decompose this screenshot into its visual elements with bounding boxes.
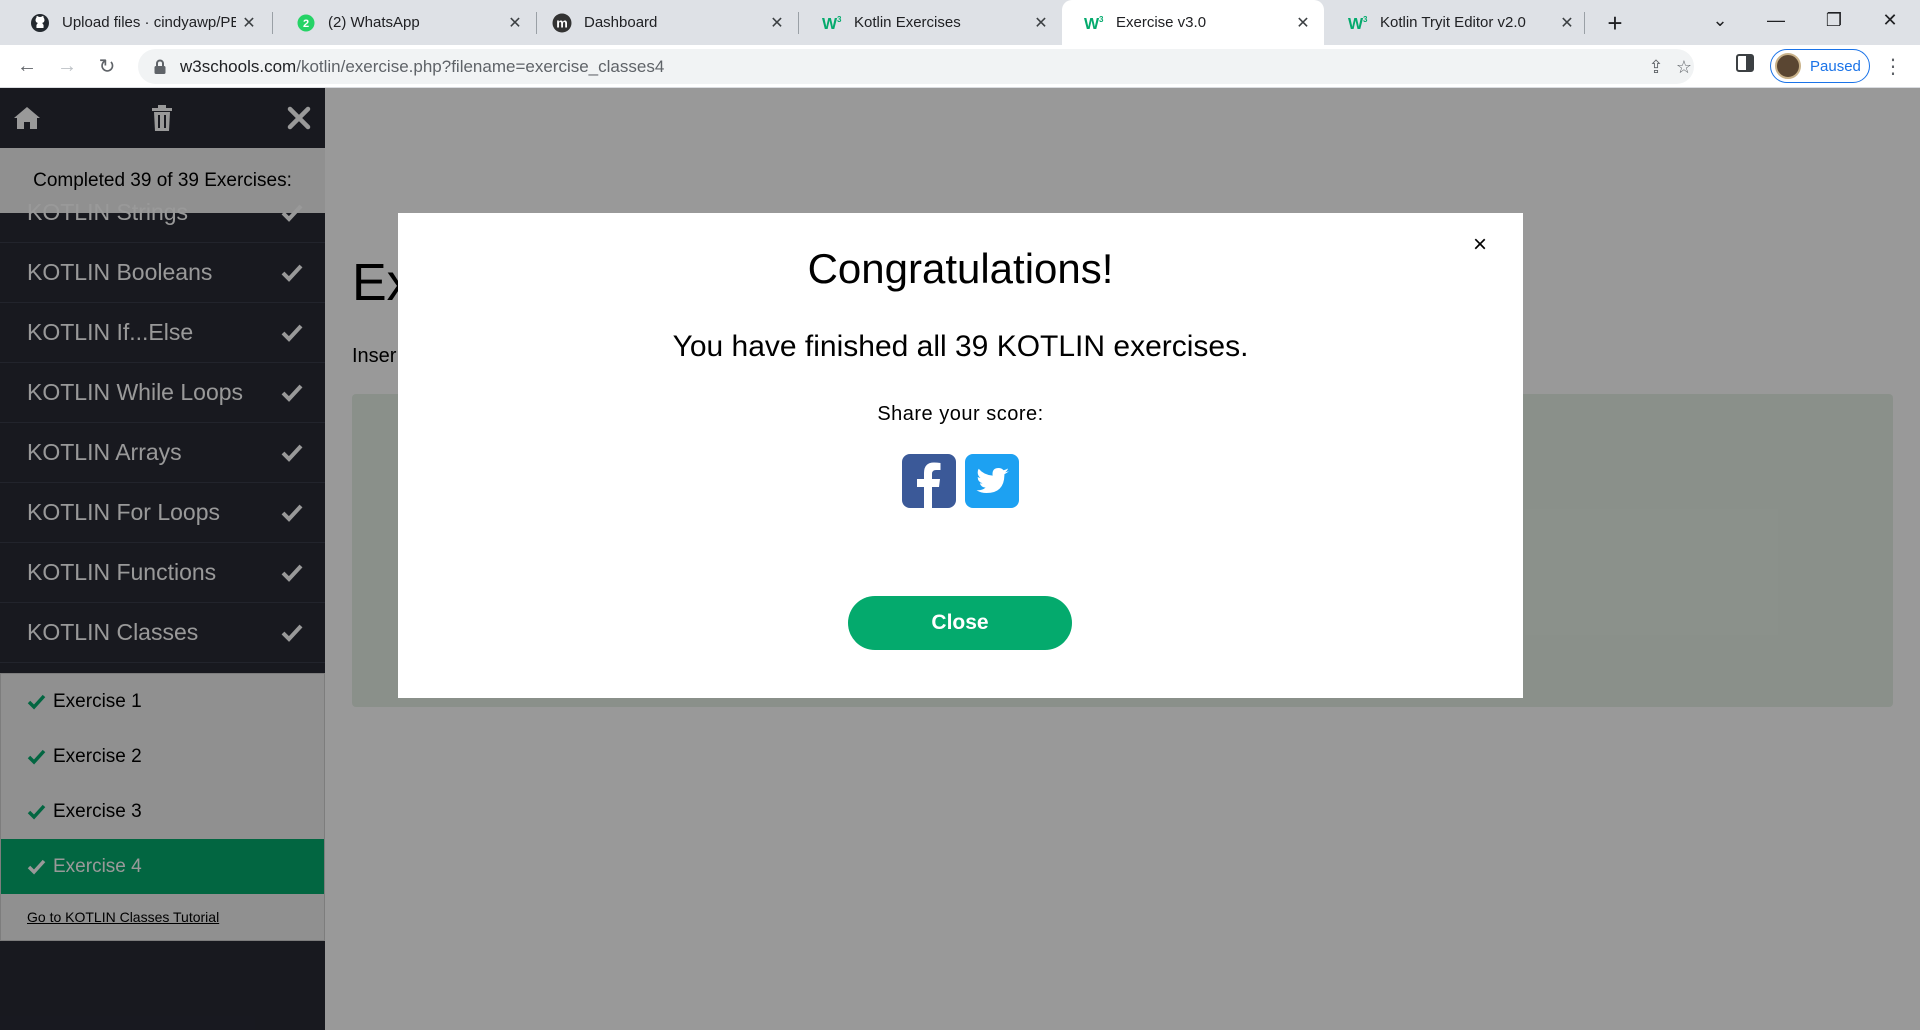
w3schools-icon: W3 bbox=[1084, 13, 1104, 33]
profile-status: Paused bbox=[1810, 57, 1861, 75]
tab-exercise-v3[interactable]: W3 Exercise v3.0 ✕ bbox=[1062, 0, 1324, 45]
window-close-button[interactable]: ✕ bbox=[1862, 0, 1918, 40]
facebook-icon bbox=[917, 462, 941, 508]
tab-upload-files[interactable]: Upload files · cindyawp/PBC ✕ bbox=[8, 0, 270, 45]
facebook-share-button[interactable] bbox=[902, 454, 956, 508]
svg-text:W: W bbox=[822, 16, 838, 31]
w3schools-icon: W3 bbox=[822, 13, 842, 33]
twitter-icon bbox=[976, 468, 1009, 493]
svg-text:W: W bbox=[1084, 16, 1100, 31]
whatsapp-icon: 2 bbox=[296, 13, 316, 33]
side-panel-button[interactable] bbox=[1728, 49, 1762, 83]
browser-tab-strip: Upload files · cindyawp/PBC ✕ 2 (2) What… bbox=[0, 0, 1920, 45]
share-icon[interactable]: ⇪ bbox=[1646, 57, 1666, 77]
github-icon bbox=[30, 13, 50, 33]
tab-title: Kotlin Tryit Editor v2.0 bbox=[1380, 14, 1526, 31]
twitter-share-button[interactable] bbox=[965, 454, 1019, 508]
browser-menu-button[interactable]: ⋮ bbox=[1876, 49, 1910, 83]
url-path: /kotlin/exercise.php?filename=exercise_c… bbox=[296, 56, 665, 76]
bookmark-star-icon[interactable]: ☆ bbox=[1674, 57, 1694, 77]
reload-button[interactable]: ↻ bbox=[90, 49, 124, 83]
profile-button[interactable]: Paused bbox=[1770, 49, 1870, 83]
tab-close-icon[interactable]: ✕ bbox=[1028, 13, 1054, 33]
tab-close-icon[interactable]: ✕ bbox=[502, 13, 528, 33]
tab-title: Upload files · cindyawp/PBC bbox=[62, 14, 236, 31]
svg-text:3: 3 bbox=[1099, 15, 1104, 24]
moodle-icon: m bbox=[552, 13, 572, 33]
tab-separator bbox=[272, 12, 273, 34]
tab-title: Exercise v3.0 bbox=[1116, 14, 1207, 31]
restore-icon: ❐ bbox=[1825, 9, 1843, 30]
svg-text:3: 3 bbox=[837, 15, 842, 24]
minimize-button[interactable]: — bbox=[1748, 0, 1804, 40]
arrow-left-icon: ← bbox=[17, 54, 37, 77]
tab-separator bbox=[1584, 12, 1585, 34]
plus-icon: + bbox=[1607, 7, 1623, 38]
svg-text:m: m bbox=[556, 15, 568, 30]
side-panel-icon bbox=[1736, 54, 1754, 78]
tab-close-icon[interactable]: ✕ bbox=[1290, 13, 1316, 33]
modal-heading: Congratulations! bbox=[807, 245, 1114, 292]
tab-title: (2) WhatsApp bbox=[328, 14, 420, 31]
w3schools-icon: W3 bbox=[1348, 13, 1368, 33]
tab-title: Kotlin Exercises bbox=[854, 14, 961, 31]
lock-icon bbox=[152, 59, 168, 75]
web-page: Ex Inser Completed 39 of 39 Exercises: K… bbox=[0, 88, 1920, 1030]
arrow-right-icon: → bbox=[57, 54, 77, 77]
address-bar[interactable]: w3schools.com/kotlin/exercise.php?filena… bbox=[138, 49, 1694, 84]
minimize-icon: — bbox=[1767, 9, 1785, 30]
tab-whatsapp[interactable]: 2 (2) WhatsApp ✕ bbox=[274, 0, 536, 45]
reload-icon: ↻ bbox=[98, 55, 116, 78]
more-vertical-icon: ⋮ bbox=[1883, 55, 1903, 78]
tab-search-button[interactable]: ⌄ bbox=[1692, 0, 1748, 40]
tab-title: Dashboard bbox=[584, 14, 658, 31]
restore-button[interactable]: ❐ bbox=[1806, 0, 1862, 40]
back-button[interactable]: ← bbox=[10, 49, 44, 83]
tab-close-icon[interactable]: ✕ bbox=[764, 13, 790, 33]
tab-kotlin-exercises[interactable]: W3 Kotlin Exercises ✕ bbox=[800, 0, 1062, 45]
forward-button[interactable]: → bbox=[50, 49, 84, 83]
tab-separator bbox=[798, 12, 799, 34]
tab-kotlin-tryit[interactable]: W3 Kotlin Tryit Editor v2.0 ✕ bbox=[1326, 0, 1588, 45]
tab-close-icon[interactable]: ✕ bbox=[236, 13, 262, 33]
avatar bbox=[1775, 53, 1801, 79]
close-icon: ✕ bbox=[1882, 9, 1898, 30]
new-tab-button[interactable]: + bbox=[1598, 6, 1632, 40]
tab-dashboard[interactable]: m Dashboard ✕ bbox=[530, 0, 798, 45]
whatsapp-badge-count: 2 bbox=[303, 18, 309, 30]
svg-text:3: 3 bbox=[1363, 15, 1368, 24]
browser-toolbar: ← → ↻ w3schools.com/kotlin/exercise.php?… bbox=[0, 45, 1920, 88]
chevron-down-icon: ⌄ bbox=[1712, 9, 1728, 30]
url-text: w3schools.com/kotlin/exercise.php?filena… bbox=[180, 57, 664, 77]
tab-close-icon[interactable]: ✕ bbox=[1554, 13, 1580, 33]
svg-text:W: W bbox=[1348, 16, 1364, 31]
url-host: w3schools.com bbox=[180, 56, 297, 76]
congratulations-modal: × Congratulations! You have finished all… bbox=[398, 213, 1523, 698]
close-button[interactable]: Close bbox=[848, 596, 1072, 650]
modal-message: You have finished all 39 KOTLIN exercise… bbox=[672, 330, 1249, 363]
share-label: Share your score: bbox=[877, 403, 1044, 425]
